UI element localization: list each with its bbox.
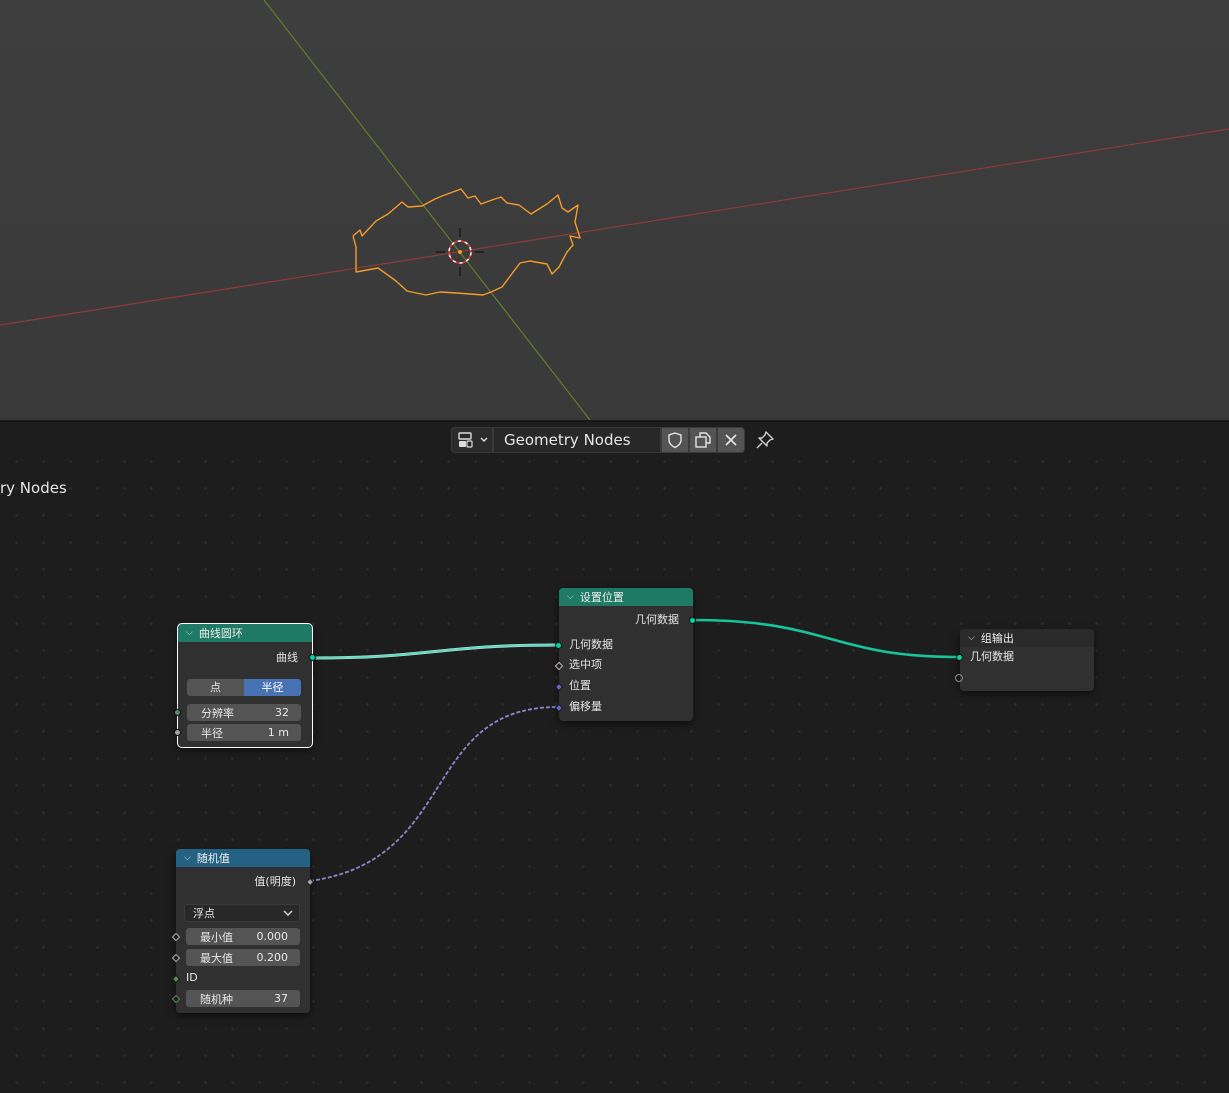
node-header[interactable]: ⌵ 组输出: [960, 629, 1094, 647]
node-tree-type-icon: [458, 432, 488, 448]
node-title: 曲线圆环: [198, 627, 243, 640]
node-curve-circle[interactable]: ⌵ 曲线圆环 曲线 点 半径 分辨率 32 半径 1 m: [174, 623, 316, 748]
pin-button[interactable]: [752, 428, 778, 452]
fake-user-button[interactable]: [661, 427, 689, 453]
chevron-down-icon: [480, 437, 488, 442]
input-geometry-label: 几何数据: [970, 650, 1014, 663]
duplicate-icon: [695, 432, 711, 448]
mode-radius-button[interactable]: 半径: [244, 679, 301, 696]
node-header[interactable]: ⌵ 随机值: [176, 849, 310, 867]
collapse-chevron-icon[interactable]: ⌵: [567, 592, 574, 602]
editor-node-tree-label: ry Nodes: [0, 479, 67, 497]
input-geometry-socket[interactable]: [956, 654, 963, 661]
min-field[interactable]: 最小值 0.000: [186, 928, 300, 945]
seed-field[interactable]: 随机种 37: [186, 990, 300, 1007]
selected-curve-object[interactable]: [352, 188, 581, 296]
input-position-label: 位置: [569, 679, 591, 692]
node-random-value[interactable]: ⌵ 随机值 值(明度) 浮点 最小值 0.000 最大值 0.200 ID 随机…: [171, 849, 315, 1013]
input-geometry-socket[interactable]: [555, 642, 562, 649]
min-value: 0.000: [256, 930, 289, 943]
close-icon: [725, 434, 737, 446]
duplicate-button[interactable]: [689, 427, 717, 453]
input-selection-label: 选中项: [569, 658, 602, 671]
mode-toggle[interactable]: 点 半径: [187, 679, 301, 696]
max-value: 0.200: [256, 951, 289, 964]
resolution-label: 分辨率: [201, 706, 234, 720]
node-header[interactable]: ⌵ 设置位置: [559, 588, 693, 606]
output-geometry-socket[interactable]: [689, 617, 696, 624]
node-title: 随机值: [196, 852, 230, 865]
collapse-chevron-icon[interactable]: ⌵: [968, 633, 975, 643]
max-field[interactable]: 最大值 0.200: [186, 949, 300, 966]
node-group-output[interactable]: ⌵ 组输出 几何数据: [955, 629, 1094, 691]
output-value-label: 值(明度): [254, 875, 296, 888]
output-curve-label: 曲线: [276, 651, 298, 664]
fake-user-shield-icon: [668, 432, 682, 449]
x-axis-line: [0, 128, 1229, 326]
radius-value: 1 m: [267, 726, 289, 739]
radius-label: 半径: [201, 726, 223, 740]
input-id-label: ID: [186, 971, 198, 984]
node-tree-type-selector[interactable]: [451, 427, 493, 453]
output-curve-socket[interactable]: [309, 654, 316, 661]
max-label: 最大值: [200, 951, 233, 965]
node-header[interactable]: ⌵ 曲线圆环: [178, 624, 312, 642]
input-resolution-socket[interactable]: [174, 709, 181, 716]
mode-points-button[interactable]: 点: [187, 679, 244, 696]
collapse-chevron-icon[interactable]: ⌵: [186, 628, 193, 638]
collapse-chevron-icon[interactable]: ⌵: [184, 853, 191, 863]
pin-icon: [756, 431, 774, 449]
seed-label: 随机种: [200, 992, 233, 1006]
chevron-down-icon: [283, 910, 293, 916]
data-type-dropdown[interactable]: 浮点: [184, 904, 300, 922]
seed-value: 37: [274, 992, 288, 1005]
y-axis-line: [263, 0, 591, 420]
3d-viewport[interactable]: [0, 0, 1229, 420]
radius-field[interactable]: 半径 1 m: [187, 724, 301, 741]
resolution-value: 32: [275, 706, 289, 719]
node-set-position[interactable]: ⌵ 设置位置 几何数据 几何数据 选中项 位置 偏移量: [554, 588, 696, 721]
input-offset-label: 偏移量: [569, 700, 602, 713]
viewport-scene: [0, 0, 1229, 420]
3d-cursor-icon: [436, 228, 484, 276]
input-geometry-label: 几何数据: [569, 638, 613, 651]
resolution-field[interactable]: 分辨率 32: [187, 704, 301, 721]
node-title: 组输出: [980, 632, 1014, 645]
empty-input-socket[interactable]: [955, 674, 963, 682]
data-type-value: 浮点: [193, 907, 215, 920]
node-group-name-field[interactable]: Geometry Nodes: [493, 427, 661, 453]
node-title: 设置位置: [579, 591, 624, 604]
input-radius-socket[interactable]: [174, 729, 181, 736]
min-label: 最小值: [200, 930, 233, 944]
output-geometry-label: 几何数据: [635, 613, 679, 626]
unlink-button[interactable]: [717, 427, 745, 453]
